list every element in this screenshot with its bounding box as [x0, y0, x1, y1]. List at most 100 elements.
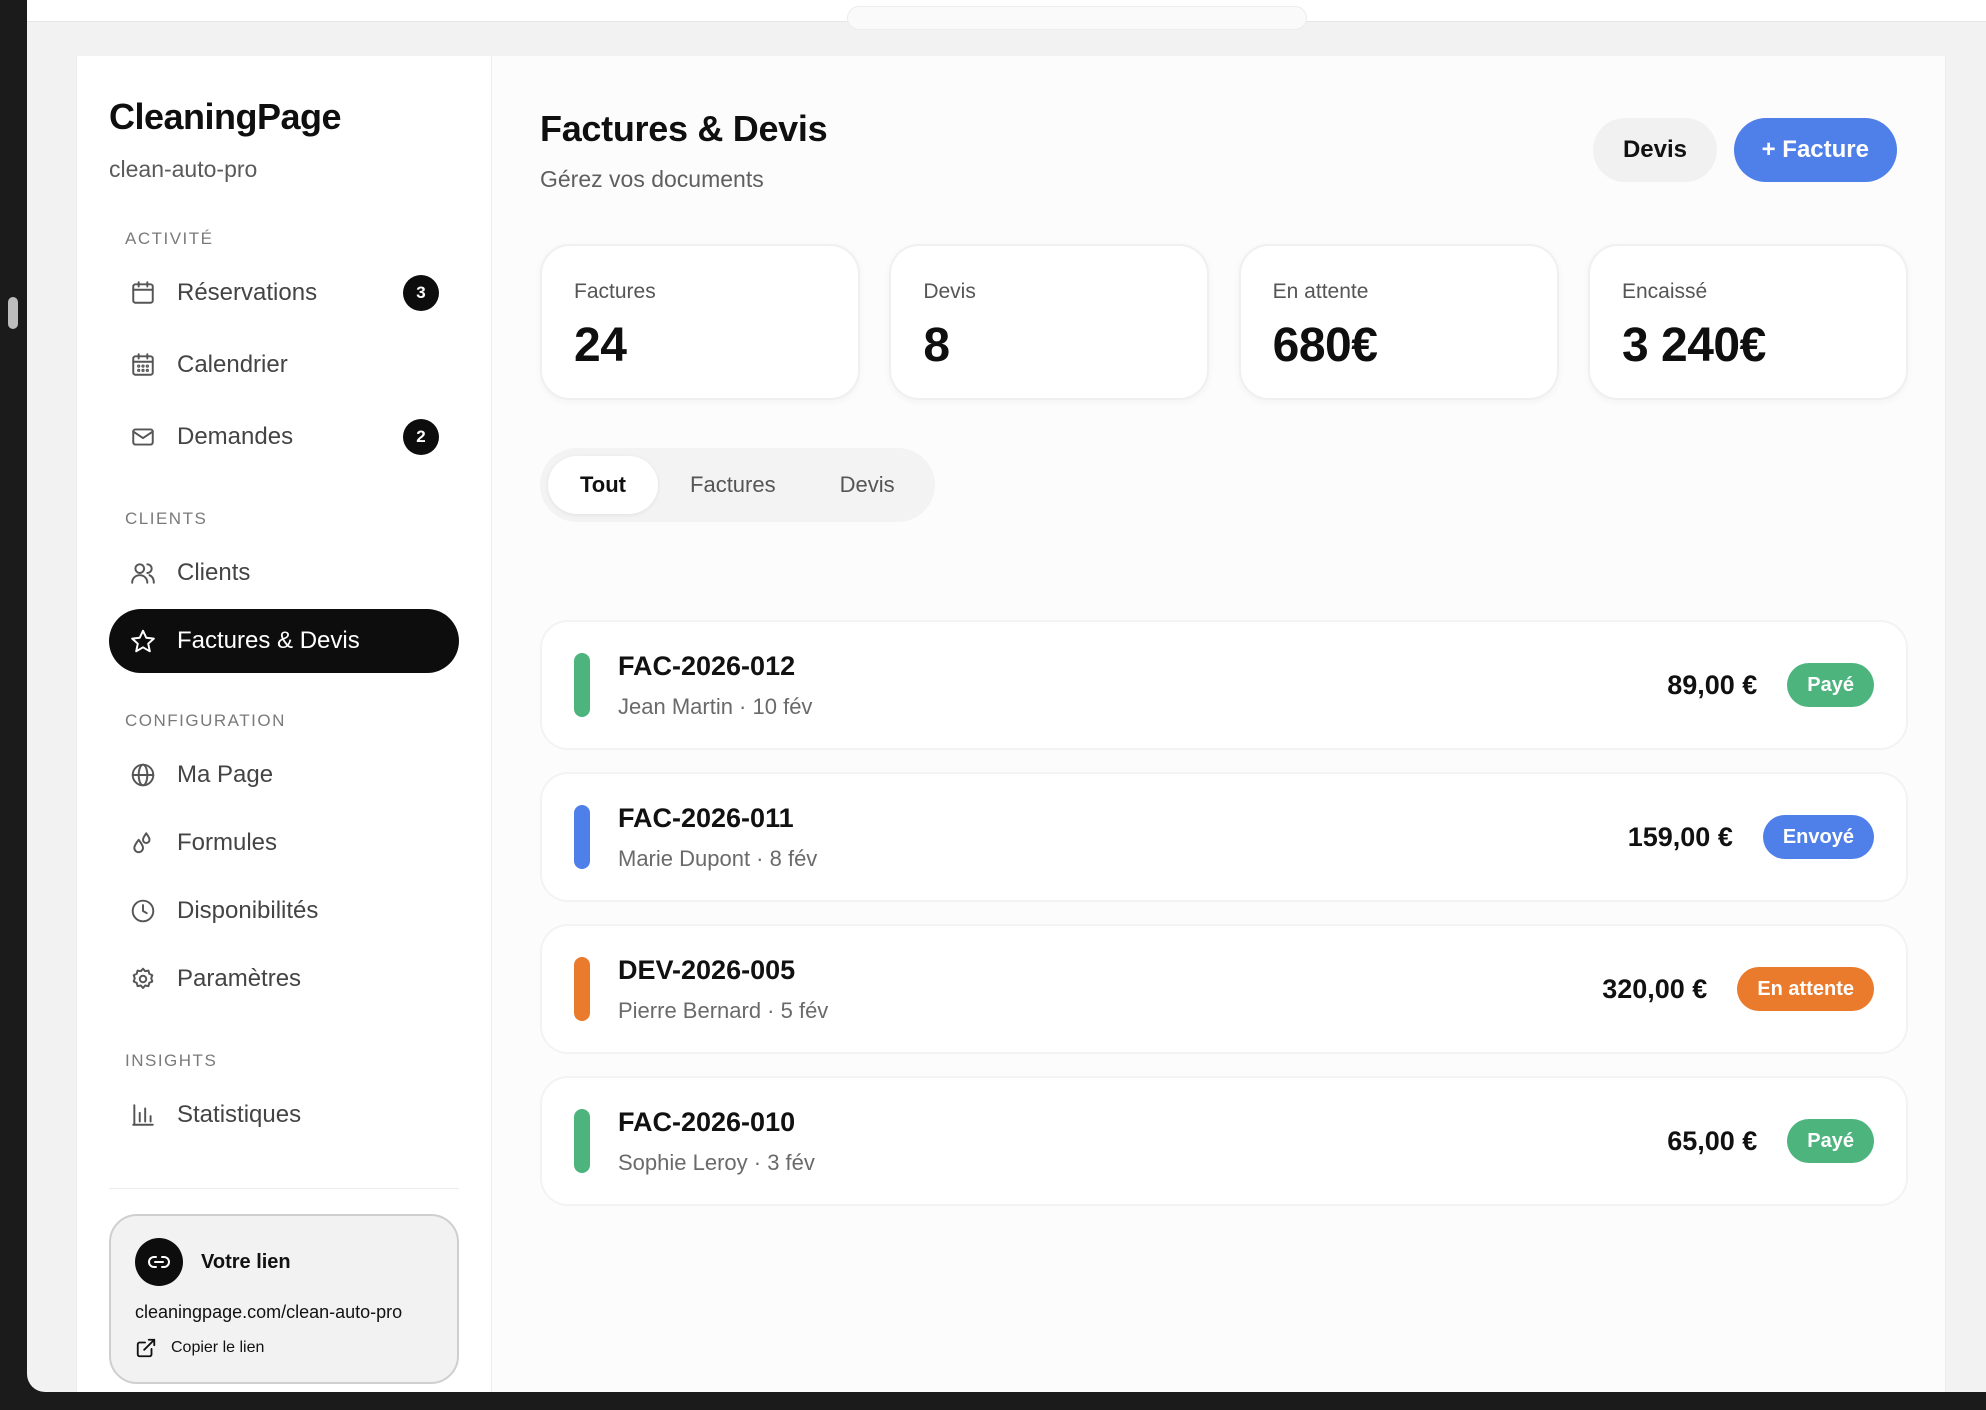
stat-label: Factures — [574, 280, 656, 303]
stat-card-pending: En attente 680€ — [1238, 244, 1559, 400]
sidebar-item-clients[interactable]: Clients — [109, 541, 459, 605]
tab-quotes[interactable]: Devis — [808, 456, 927, 514]
browser-frame: CleaningPage clean-auto-pro ACTIVITÉ Rés… — [27, 0, 1986, 1392]
sidebar-item-label: Formules — [177, 829, 278, 856]
top-bar — [27, 0, 1986, 30]
globe-icon — [129, 761, 157, 789]
document-meta: Pierre Bernard · 5 fév — [618, 997, 829, 1023]
status-badge: Payé — [1787, 1119, 1874, 1163]
status-badge: Payé — [1787, 663, 1874, 707]
requests-count-badge: 2 — [403, 419, 439, 455]
external-link-icon — [136, 1338, 156, 1358]
address-bar[interactable] — [847, 6, 1307, 30]
calendar-icon — [129, 279, 157, 307]
document-number: FAC-2026-011 — [618, 802, 794, 833]
stat-card-quotes: Devis 8 — [889, 244, 1210, 400]
brand-name: CleaningPage — [109, 96, 342, 137]
reservations-count-badge: 3 — [403, 275, 439, 311]
sidebar-item-label: Paramètres — [177, 965, 302, 992]
status-color-bar — [574, 805, 590, 869]
tab-invoices[interactable]: Factures — [658, 456, 808, 514]
section-label-activity: ACTIVITÉ — [125, 229, 214, 248]
new-quote-button[interactable]: Devis — [1592, 118, 1717, 182]
calendar-grid-icon — [129, 351, 157, 379]
document-row[interactable]: FAC-2026-011 Marie Dupont · 8 fév 159,00… — [540, 772, 1908, 902]
sidebar-item-calendar[interactable]: Calendrier — [109, 333, 459, 397]
page-subtitle: Gérez vos documents — [540, 166, 764, 192]
stat-label: Encaissé — [1621, 280, 1708, 303]
document-list: FAC-2026-012 Jean Martin · 10 fév 89,00 … — [540, 620, 1908, 1228]
sidebar-item-reservations[interactable]: Réservations 3 — [109, 261, 459, 325]
stat-card-collected: Encaissé 3 240€ — [1587, 244, 1908, 400]
document-amount: 159,00 € — [1627, 821, 1733, 852]
public-link-url: cleaningpage.com/clean-auto-pro — [135, 1302, 403, 1322]
sidebar: CleaningPage clean-auto-pro ACTIVITÉ Rés… — [77, 56, 492, 1392]
copy-link-label: Copier le lien — [171, 1339, 265, 1356]
tab-all[interactable]: Tout — [548, 456, 659, 514]
public-link-card: Votre lien cleaningpage.com/clean-auto-p… — [109, 1214, 459, 1384]
sidebar-item-stats[interactable]: Statistiques — [109, 1083, 459, 1147]
sidebar-item-label: Factures & Devis — [177, 627, 360, 654]
document-number: DEV-2026-005 — [618, 954, 796, 985]
app-container: CleaningPage clean-auto-pro ACTIVITÉ Rés… — [76, 56, 1946, 1392]
document-row[interactable]: FAC-2026-012 Jean Martin · 10 fév 89,00 … — [540, 620, 1908, 750]
link-card-title: Votre lien — [201, 1250, 291, 1273]
document-row[interactable]: DEV-2026-005 Pierre Bernard · 5 fév 320,… — [540, 924, 1908, 1054]
main-content: Factures & Devis Gérez vos documents Dev… — [492, 56, 1945, 1392]
section-label-configuration: CONFIGURATION — [125, 711, 286, 730]
sidebar-item-label: Disponibilités — [177, 897, 319, 924]
sidebar-item-availability[interactable]: Disponibilités — [109, 879, 459, 943]
document-amount: 65,00 € — [1667, 1125, 1758, 1156]
sidebar-item-label: Ma Page — [177, 761, 274, 788]
stat-value: 680€ — [1272, 319, 1378, 372]
sidebar-item-label: Calendrier — [177, 351, 288, 378]
document-number: FAC-2026-012 — [618, 650, 796, 681]
document-meta: Marie Dupont · 8 fév — [618, 845, 818, 871]
stat-card-invoices: Factures 24 — [540, 244, 860, 400]
copy-link-button[interactable]: Copier le lien — [135, 1337, 433, 1359]
star-icon — [129, 627, 157, 655]
sidebar-item-label: Clients — [177, 559, 251, 586]
resize-handle[interactable] — [8, 297, 18, 329]
status-color-bar — [574, 1109, 590, 1173]
document-number: FAC-2026-010 — [618, 1106, 796, 1137]
new-invoice-button[interactable]: + Facture — [1733, 118, 1897, 182]
status-color-bar — [574, 653, 590, 717]
filter-tabs: Tout Factures Devis — [540, 448, 935, 522]
sidebar-item-requests[interactable]: Demandes 2 — [109, 405, 459, 469]
document-meta: Jean Martin · 10 fév — [618, 693, 813, 719]
section-label-insights: INSIGHTS — [125, 1051, 218, 1070]
sidebar-item-label: Statistiques — [177, 1101, 302, 1128]
status-badge: En attente — [1737, 967, 1874, 1011]
gear-icon — [129, 965, 157, 993]
status-color-bar — [574, 957, 590, 1021]
clock-icon — [129, 897, 157, 925]
stats-row: Factures 24 Devis 8 En attente 680€ Enca… — [540, 244, 1908, 400]
section-label-clients: CLIENTS — [125, 509, 208, 528]
sidebar-divider — [109, 1188, 459, 1189]
link-icon — [135, 1238, 183, 1286]
document-row[interactable]: FAC-2026-010 Sophie Leroy · 3 fév 65,00 … — [540, 1076, 1908, 1206]
document-amount: 320,00 € — [1602, 973, 1708, 1004]
sidebar-item-label: Demandes — [177, 423, 294, 450]
status-badge: Envoyé — [1762, 815, 1874, 859]
document-meta: Sophie Leroy · 3 fév — [618, 1149, 815, 1175]
document-amount: 89,00 € — [1667, 669, 1758, 700]
stat-label: En attente — [1272, 280, 1369, 303]
stat-value: 3 240€ — [1621, 319, 1766, 372]
mail-icon — [129, 423, 157, 451]
sidebar-item-invoices[interactable]: Factures & Devis — [109, 609, 459, 673]
sidebar-item-mypage[interactable]: Ma Page — [109, 743, 459, 807]
stat-value: 8 — [923, 319, 950, 372]
sidebar-item-label: Réservations — [177, 279, 318, 306]
users-icon — [129, 559, 157, 587]
sidebar-item-formulas[interactable]: Formules — [109, 811, 459, 875]
sidebar-item-settings[interactable]: Paramètres — [109, 947, 459, 1011]
page-title: Factures & Devis — [540, 108, 828, 149]
stat-value: 24 — [574, 319, 627, 372]
window-edge — [0, 0, 27, 1410]
bar-chart-icon — [129, 1101, 157, 1129]
droplets-icon — [129, 829, 157, 857]
account-slug: clean-auto-pro — [109, 156, 258, 182]
stat-label: Devis — [923, 280, 976, 303]
